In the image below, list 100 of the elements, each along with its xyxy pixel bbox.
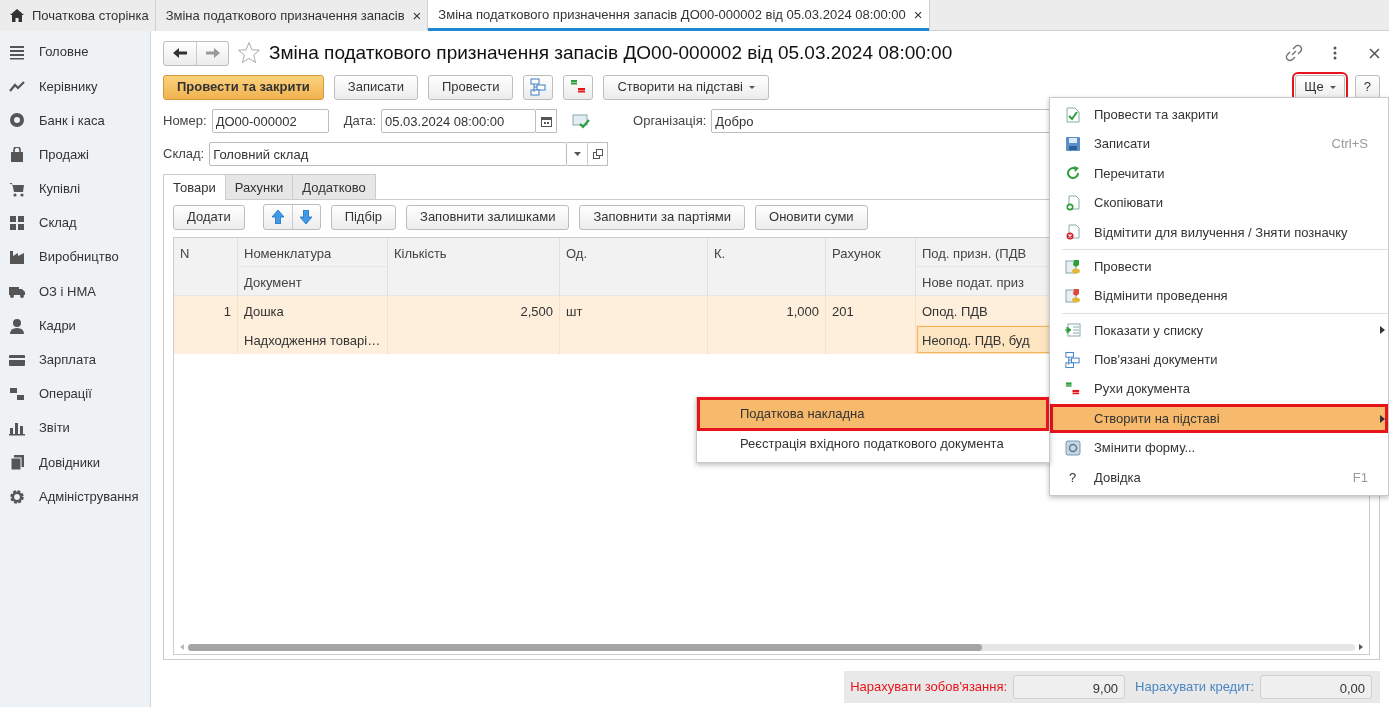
tab[interactable]: Зміна податкового призначення запасів ДО00-000002 від 05.03.2024 08:00:00 × (428, 0, 930, 31)
table-cell: 1 (174, 296, 238, 354)
toolbar-button[interactable]: Підбір (330, 204, 397, 230)
sidebar-item[interactable]: Звіти (0, 411, 150, 446)
toolbar-button[interactable]: Оновити суми (755, 204, 868, 230)
sidebar-item[interactable]: Склад (0, 205, 150, 241)
column-header: Номенклатура (238, 238, 388, 267)
toolbar-button[interactable]: Додати (173, 204, 245, 230)
sidebar-item[interactable]: Кадри (0, 308, 150, 343)
sidebar-item[interactable]: Головне (0, 35, 150, 70)
open-button[interactable] (587, 142, 609, 166)
tab[interactable]: Рахунки (224, 174, 294, 200)
menu-item[interactable]: Перечитати (1050, 158, 1388, 189)
menu-item[interactable]: Реєстрація вхідного податкового документа (697, 429, 1049, 459)
document-check-icon (1064, 106, 1081, 123)
sidebar-item[interactable]: Виробництво (0, 240, 150, 275)
table-cell: Дошка (238, 296, 388, 325)
warehouse-field[interactable]: Головний склад (209, 142, 568, 166)
sidebar-item[interactable]: Довідники (0, 445, 150, 480)
menu-item[interactable]: Створити на підставі (1050, 403, 1388, 434)
table-cell: Надходження товарі… (238, 325, 388, 354)
column-header: Од. (560, 238, 708, 296)
link-icon[interactable] (1285, 44, 1303, 62)
shortcut-text: F1 (1352, 468, 1368, 487)
tab[interactable]: Початкова сторінка (0, 0, 156, 31)
menu-item[interactable]: ? Довідка F1 (1050, 462, 1388, 493)
more-icon[interactable] (1333, 46, 1337, 60)
menu-item[interactable]: Скопіювати (1050, 188, 1388, 218)
unpost-document-icon (1064, 288, 1081, 305)
menu-item[interactable]: Рухи документа (1050, 374, 1388, 404)
save-icon (1064, 136, 1081, 153)
cart-icon (9, 180, 25, 197)
toolbar-button[interactable]: ? (1354, 74, 1380, 100)
bag-icon (9, 146, 25, 163)
show-in-list-icon (1064, 322, 1081, 339)
factory-icon (9, 249, 25, 266)
tab[interactable]: Товари (163, 174, 226, 200)
field-label: Номер: (163, 112, 207, 131)
scroll-right-icon[interactable] (1359, 644, 1363, 650)
postings-button[interactable] (563, 74, 594, 100)
close-icon[interactable] (1369, 47, 1380, 59)
sidebar-item[interactable]: ОЗ і НМА (0, 274, 150, 309)
dropdown-icon[interactable] (573, 152, 581, 156)
menu-item-label: Скопіювати (1094, 194, 1164, 213)
column-header: Документ (238, 267, 388, 296)
table-cell: 201 (826, 296, 916, 354)
close-icon[interactable]: × (412, 8, 422, 23)
column-header: N (174, 238, 238, 296)
date-field[interactable]: 05.03.2024 08:00:00 (381, 109, 537, 133)
toolbar-button[interactable]: Заповнити залишками (406, 204, 570, 230)
sidebar-item[interactable]: Адміністрування (0, 479, 150, 514)
grid-icon (9, 215, 25, 232)
up-arrow-icon (271, 210, 284, 224)
column-header: К. (708, 238, 826, 296)
sidebar-item[interactable]: Купівлі (0, 171, 150, 206)
tab[interactable]: Додатково (292, 174, 376, 200)
table-cell: 2,500 (388, 296, 560, 354)
sidebar-item[interactable]: Зарплата (0, 342, 150, 377)
books-icon (9, 454, 25, 471)
submenu-arrow-icon (1380, 414, 1385, 423)
dropdown-button[interactable]: Ще (1295, 74, 1345, 100)
field-label: Дата: (343, 112, 377, 131)
menu-item-label: Рухи документа (1094, 380, 1190, 399)
total-label: Нарахувати зобов'язання: (850, 678, 1008, 697)
document-plus-icon (1064, 194, 1081, 211)
menu-item-label: Довідка (1094, 468, 1141, 487)
linked-documents-button[interactable] (523, 74, 554, 100)
close-icon[interactable]: × (913, 7, 923, 22)
menu-item-label: Створити на підставі (1094, 409, 1220, 428)
post-and-close-button[interactable]: Провести та закрити (163, 74, 324, 100)
dropdown-button[interactable]: Створити на підставі (603, 74, 769, 100)
sidebar-item[interactable]: Керівнику (0, 69, 150, 104)
menu-item[interactable]: Податкова накладна (699, 399, 1047, 429)
calendar-icon[interactable] (540, 115, 552, 127)
form-settings-icon (1064, 440, 1081, 456)
toolbar-button[interactable]: Записати (333, 74, 418, 100)
help-icon: ? (1068, 467, 1077, 488)
field-label: Склад: (163, 145, 205, 164)
toolbar-button[interactable]: Заповнити за партіями (579, 204, 746, 230)
number-field[interactable]: ДО00-000002 (211, 109, 329, 133)
linked-documents-icon (529, 78, 548, 96)
sidebar-item[interactable]: Продажі (0, 137, 150, 172)
status-check-icon (572, 113, 591, 129)
column-header: Рахунок (826, 238, 916, 296)
menu-item-label: Змінити форму... (1094, 439, 1196, 458)
menu-icon (9, 44, 25, 61)
total-field: 0,00 (1260, 675, 1372, 699)
tab[interactable]: Зміна податкового призначення запасів × (155, 0, 429, 31)
sidebar-item[interactable]: Банк і каса (0, 103, 150, 138)
menu-item[interactable]: Змінити форму... (1050, 433, 1388, 463)
home-icon (10, 9, 24, 22)
toolbar-button[interactable]: Провести (427, 74, 514, 100)
sidebar-item[interactable]: Операції (0, 376, 150, 412)
field-label: Організація: (633, 112, 707, 131)
table-cell: 1,000 (708, 296, 826, 354)
down-arrow-icon (300, 210, 313, 224)
total-field: 9,00 (1013, 675, 1126, 699)
star-icon[interactable] (237, 41, 261, 65)
open-icon (592, 149, 603, 159)
settings-icon (9, 488, 25, 505)
